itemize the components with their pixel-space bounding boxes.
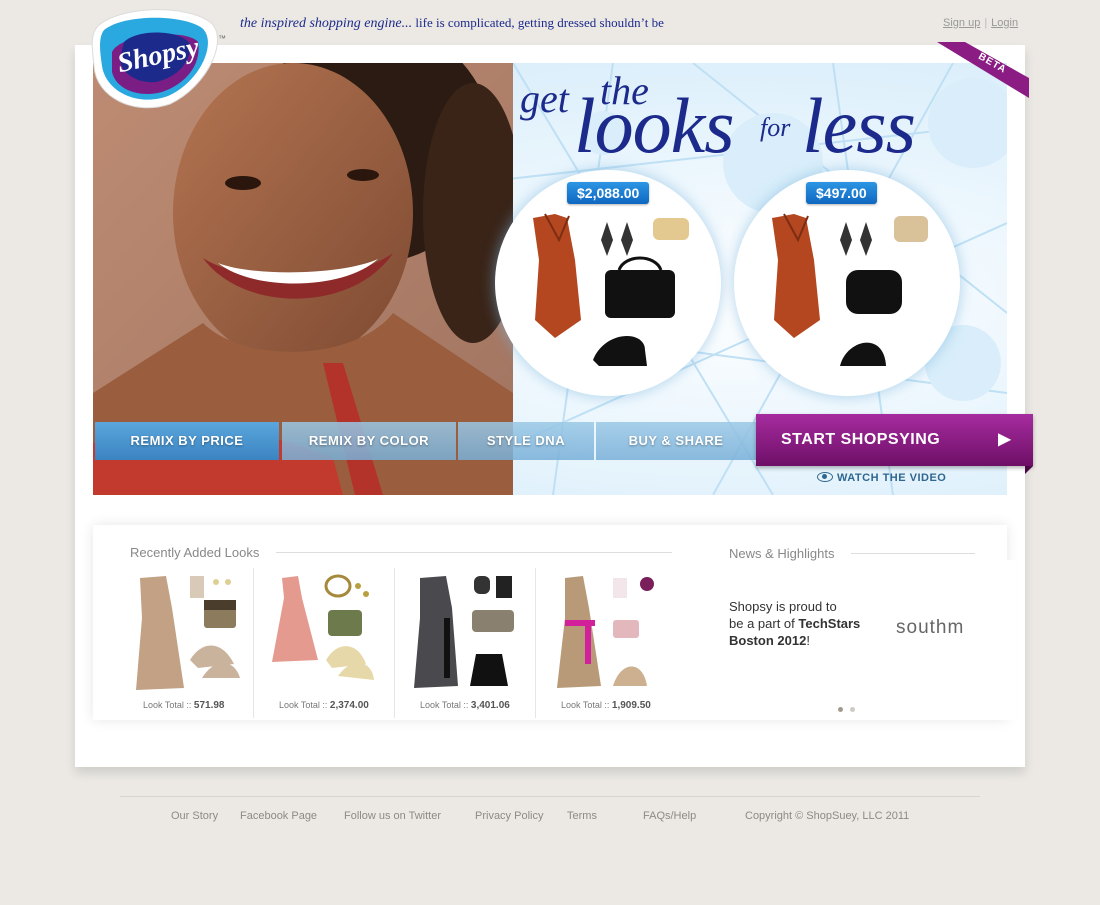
- headline-get: get: [520, 76, 569, 121]
- partner-logo[interactable]: southm: [896, 617, 964, 639]
- look-thumbnail: [557, 576, 654, 688]
- button-fold-shadow: [1025, 466, 1033, 474]
- news-line-2-pre: be a part of: [729, 616, 799, 631]
- look-total-value: 2,374.00: [329, 700, 369, 711]
- tagline-rest: life is complicated, getting dressed sho…: [415, 15, 664, 30]
- watch-video-label: WATCH THE VIDEO: [837, 472, 947, 484]
- news-line-3: Boston 2012!: [729, 632, 889, 649]
- look-total: Look Total :: 571.98: [143, 700, 224, 711]
- news-title-rule: [851, 553, 975, 554]
- auth-links: Sign up | Login: [943, 17, 1018, 29]
- signup-link[interactable]: Sign up: [943, 17, 980, 29]
- look-total-value: 571.98: [193, 700, 225, 711]
- news-line-2: be a part of TechStars: [729, 615, 889, 632]
- trademark-mark: ™: [218, 34, 226, 43]
- look-card[interactable]: Look Total :: 571.98: [122, 568, 262, 718]
- news-line-1: Shopsy is proud to: [729, 599, 837, 614]
- watch-video-link[interactable]: WATCH THE VIDEO: [817, 472, 946, 484]
- look-divider: [535, 568, 536, 718]
- tab-buy-and-share[interactable]: BUY & SHARE: [596, 422, 756, 460]
- headline-looks: looks: [574, 82, 735, 169]
- price-tag-high: $2,088.00: [567, 182, 650, 204]
- login-link[interactable]: Login: [991, 17, 1018, 29]
- news-line-2-bold: TechStars: [798, 616, 861, 631]
- tab-style-dna[interactable]: STYLE DNA: [458, 422, 594, 460]
- headline-less: less: [802, 82, 916, 169]
- footer-link-our-story[interactable]: Our Story: [171, 810, 218, 822]
- recent-title-rule: [276, 552, 672, 553]
- start-shopsying-button[interactable]: START SHOPSYING ▶: [756, 414, 1033, 466]
- price-tag-low: $497.00: [806, 182, 877, 204]
- headline-for: for: [760, 113, 791, 142]
- look-total: Look Total :: 1,909.50: [561, 700, 651, 711]
- look-divider: [253, 568, 254, 718]
- look-total-label: Look Total ::: [279, 700, 328, 710]
- news-carousel-edge: [976, 560, 1016, 720]
- eye-icon: [817, 472, 833, 482]
- shopsy-logo[interactable]: Shopsy ™: [90, 8, 226, 109]
- footer-link-facebook[interactable]: Facebook Page: [240, 810, 317, 822]
- news-item-text[interactable]: Shopsy is proud to be a part of TechStar…: [729, 598, 889, 649]
- look-card[interactable]: Look Total :: 3,401.06: [402, 568, 542, 718]
- carousel-dot-active[interactable]: [838, 707, 843, 712]
- look-total: Look Total :: 2,374.00: [279, 700, 369, 711]
- footer-link-terms[interactable]: Terms: [567, 810, 597, 822]
- play-arrow-icon: ▶: [998, 431, 1011, 448]
- look-card[interactable]: Look Total :: 1,909.50: [543, 568, 683, 718]
- look-total-label: Look Total ::: [561, 700, 610, 710]
- tab-remix-by-color[interactable]: REMIX BY COLOR: [282, 422, 456, 460]
- look-card[interactable]: Look Total :: 2,374.00: [262, 568, 402, 718]
- headline: get the looks for less: [520, 68, 940, 169]
- footer-divider: [120, 796, 980, 797]
- tagline: the inspired shopping engine... life is …: [240, 15, 664, 32]
- carousel-dot[interactable]: [850, 707, 855, 712]
- recent-looks-title: Recently Added Looks: [130, 545, 260, 560]
- look-total-label: Look Total ::: [420, 700, 469, 710]
- look-total-label: Look Total ::: [143, 700, 192, 710]
- look-total-value: 1,909.50: [611, 700, 651, 711]
- footer-link-twitter[interactable]: Follow us on Twitter: [344, 810, 441, 822]
- footer-copyright: Copyright © ShopSuey, LLC 2011: [745, 810, 910, 822]
- auth-separator: |: [984, 17, 988, 29]
- news-title: News & Highlights: [729, 546, 835, 561]
- footer-link-faqs[interactable]: FAQs/Help: [643, 810, 696, 822]
- tab-remix-by-price[interactable]: REMIX BY PRICE: [95, 422, 279, 460]
- look-thumbnail: [414, 576, 514, 688]
- start-shopsying-label: START SHOPSYING: [781, 431, 941, 448]
- look-total: Look Total :: 3,401.06: [420, 700, 510, 711]
- look-divider: [394, 568, 395, 718]
- news-line-3-bold: Boston 2012: [729, 633, 807, 648]
- tagline-emphasis: the inspired shopping engine...: [240, 16, 413, 31]
- beta-ribbon: BETA: [937, 42, 1029, 98]
- look-thumbnail: [272, 574, 374, 680]
- footer-link-privacy[interactable]: Privacy Policy: [475, 810, 543, 822]
- look-thumbnail: [136, 576, 240, 690]
- look-total-value: 3,401.06: [470, 700, 510, 711]
- news-line-3-post: !: [806, 633, 810, 648]
